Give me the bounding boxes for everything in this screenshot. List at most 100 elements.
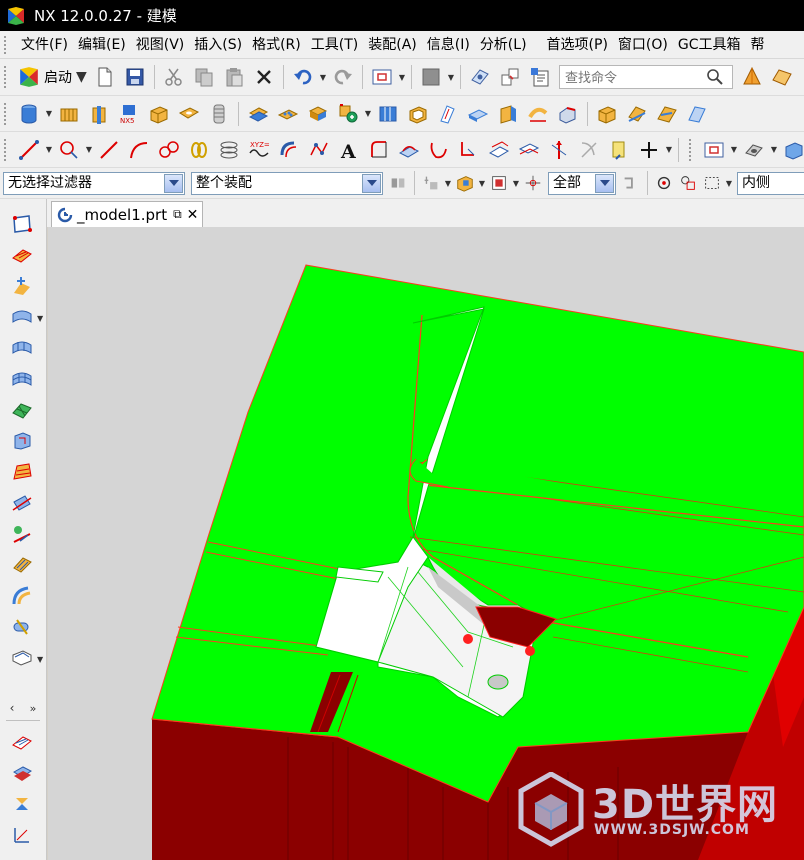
revolve-button[interactable] [86, 101, 112, 127]
command-search-box[interactable] [559, 65, 733, 89]
chevron-down-icon[interactable]: ▼ [443, 179, 453, 188]
edit-curve-button[interactable] [606, 137, 632, 163]
snap-settings-button[interactable] [523, 170, 543, 196]
solid-body-button[interactable] [594, 101, 620, 127]
chevron-down-icon[interactable]: ▼ [724, 179, 734, 188]
start-button[interactable]: 启动 ▼ [14, 64, 90, 90]
n-sided-surface-button[interactable] [9, 428, 35, 454]
view-cube-button[interactable] [781, 137, 804, 163]
toolbar-grip[interactable] [4, 138, 8, 161]
trim-body-button[interactable] [624, 101, 650, 127]
chain-button[interactable] [186, 137, 212, 163]
chevron-down-icon[interactable]: ▼ [44, 145, 54, 154]
bridge-curve-button[interactable] [456, 137, 482, 163]
menu-file[interactable]: 文件(F) [16, 31, 73, 58]
type-filter-dropdown[interactable]: 无选择过滤器 [3, 171, 185, 195]
filter-settings-button[interactable] [388, 170, 408, 196]
toolbar-grip[interactable] [4, 66, 8, 88]
point-set-button[interactable] [306, 137, 332, 163]
document-tab[interactable]: _model1.prt ⧉ ✕ [51, 201, 203, 227]
offset-face-button[interactable] [435, 101, 461, 127]
close-icon[interactable]: ✕ [187, 207, 199, 223]
surface-mesh-button[interactable] [9, 242, 35, 268]
chevron-down-icon[interactable]: ▼ [84, 145, 94, 154]
cylinder-button[interactable] [16, 101, 42, 127]
command-search-input[interactable] [560, 67, 700, 87]
layer-settings-button[interactable] [497, 64, 523, 90]
chevron-down-icon[interactable]: ▼ [397, 73, 407, 82]
rectangle-select-button[interactable] [702, 170, 722, 196]
chevron-down-icon[interactable] [595, 173, 614, 193]
curvature-analysis-button[interactable] [9, 822, 35, 848]
sketch-plane-button[interactable] [9, 211, 35, 237]
sweep-surface-button[interactable] [9, 273, 35, 299]
fit-view-button[interactable] [369, 64, 395, 90]
hole-button[interactable] [176, 101, 202, 127]
menu-tools[interactable]: 工具(T) [306, 31, 363, 58]
law-curve-button[interactable]: XYZ= [246, 137, 272, 163]
component-filter-button[interactable] [621, 170, 641, 196]
basic-line-button[interactable] [96, 137, 122, 163]
chevron-down-icon[interactable]: ▼ [729, 145, 739, 154]
trim-curve-button[interactable] [576, 137, 602, 163]
nx5-feature-button[interactable]: NX5 [116, 101, 142, 127]
undo-list-dropdown[interactable]: ▼ [318, 73, 328, 82]
block-button[interactable] [146, 101, 172, 127]
menu-information[interactable]: 信息(I) [422, 31, 475, 58]
boolean-button[interactable] [305, 101, 331, 127]
chevron-down-icon[interactable]: ▼ [664, 145, 674, 154]
datum-plane-button[interactable] [245, 101, 271, 127]
new-file-button[interactable] [92, 64, 118, 90]
zoom-fit-button[interactable] [701, 137, 727, 163]
section-curve-button[interactable] [516, 137, 542, 163]
cone-tool-button[interactable] [739, 64, 765, 90]
through-curves-button[interactable] [9, 304, 35, 330]
transform-sheet-button[interactable] [9, 583, 35, 609]
extend-sheet-button[interactable] [9, 521, 35, 547]
menubar-grip[interactable] [4, 35, 10, 54]
undo-button[interactable] [290, 64, 316, 90]
surface-tool-button[interactable] [769, 64, 795, 90]
extrude-button[interactable] [56, 101, 82, 127]
shell-button[interactable] [405, 101, 431, 127]
cut-button[interactable] [161, 64, 187, 90]
properties-button[interactable] [527, 64, 553, 90]
draft-button[interactable] [495, 101, 521, 127]
emboss-button[interactable] [275, 101, 301, 127]
helix-button[interactable] [216, 137, 242, 163]
copy-button[interactable] [191, 64, 217, 90]
paste-button[interactable] [221, 64, 247, 90]
select-feature-button[interactable] [455, 170, 475, 196]
toolbar-grip[interactable] [689, 138, 693, 161]
circles-button[interactable] [156, 137, 182, 163]
fillet-curve-button[interactable] [366, 137, 392, 163]
intersect-curve-button[interactable] [486, 137, 512, 163]
redo-button[interactable] [330, 64, 356, 90]
face-analysis-button[interactable] [9, 729, 35, 755]
snap-point-button[interactable] [421, 170, 441, 196]
menu-format[interactable]: 格式(R) [247, 31, 306, 58]
chevron-down-icon[interactable]: ▼ [37, 314, 43, 323]
basic-arc-button[interactable] [126, 137, 152, 163]
swoop-button[interactable] [9, 459, 35, 485]
chevron-down-icon[interactable] [164, 173, 183, 193]
draft-analysis-button[interactable] [9, 760, 35, 786]
chevron-down-icon[interactable]: ▼ [446, 73, 456, 82]
graphics-viewport[interactable]: 3D世界网 WWW.3DSJW.COM [48, 227, 804, 860]
toolbar-grip[interactable] [4, 102, 8, 125]
combined-curve-button[interactable] [426, 137, 452, 163]
trimmed-sheet-button[interactable] [9, 490, 35, 516]
thicken-button[interactable] [465, 101, 491, 127]
delete-button[interactable] [251, 64, 277, 90]
menu-insert[interactable]: 插入(S) [189, 31, 247, 58]
studio-surface-button[interactable] [9, 397, 35, 423]
select-point-button[interactable] [654, 170, 674, 196]
menu-window[interactable]: 窗口(O) [613, 31, 673, 58]
menu-view[interactable]: 视图(V) [131, 31, 190, 58]
split-face-button[interactable] [654, 101, 680, 127]
chevron-down-icon[interactable]: ▼ [44, 109, 54, 118]
sweep-button[interactable] [375, 101, 401, 127]
chevron-down-icon[interactable] [362, 173, 381, 193]
mesh-surface-button[interactable] [9, 366, 35, 392]
menu-analysis[interactable]: 分析(L) [475, 31, 532, 58]
